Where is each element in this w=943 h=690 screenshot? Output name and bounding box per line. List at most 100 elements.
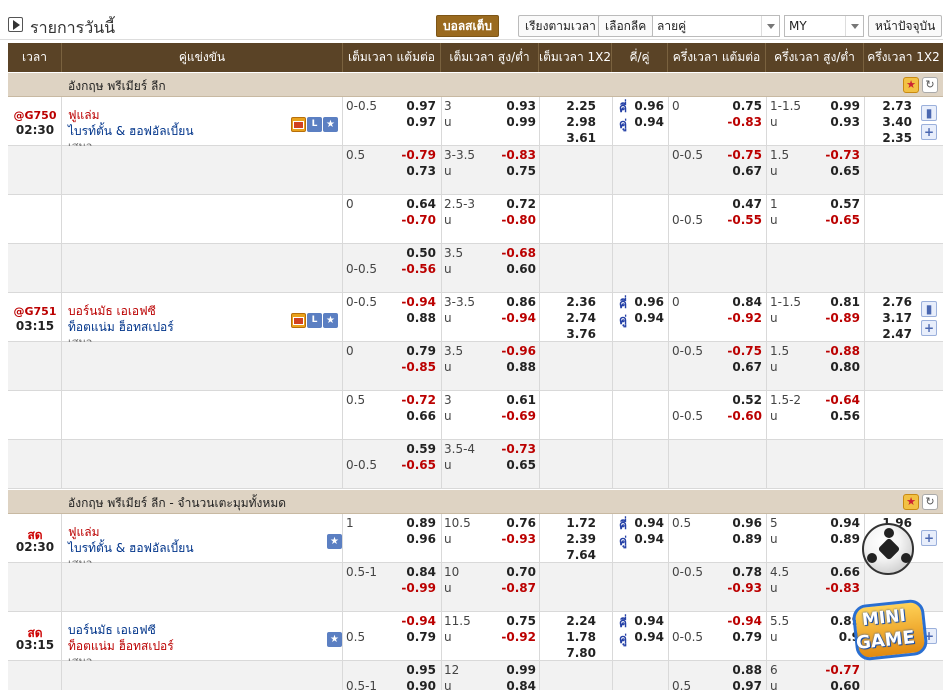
- odds-value[interactable]: 0.65: [488, 458, 536, 472]
- odds-value[interactable]: 0.70: [488, 565, 536, 579]
- odds-value[interactable]: -0.89: [810, 311, 860, 325]
- odds-type-select[interactable]: MY: [784, 15, 864, 37]
- expand-icon[interactable]: +: [921, 124, 937, 140]
- odds-value[interactable]: 0.80: [810, 360, 860, 374]
- sort-time-button[interactable]: เรียงตามเวลา: [518, 15, 603, 37]
- odds-value[interactable]: 0.96: [626, 295, 664, 309]
- odds-value[interactable]: 0.96: [626, 99, 664, 113]
- odds-value[interactable]: 0.64: [388, 197, 436, 211]
- odds-value[interactable]: 3.40: [866, 115, 912, 129]
- odds-value[interactable]: -0.80: [488, 213, 536, 227]
- odds-value[interactable]: -0.83: [488, 148, 536, 162]
- odds-value[interactable]: 0.84: [712, 295, 762, 309]
- odds-value[interactable]: 7.80: [542, 646, 596, 660]
- mini-game-logo[interactable]: MINI GAME: [851, 598, 932, 668]
- odds-value[interactable]: 0.60: [810, 679, 860, 690]
- odds-value[interactable]: 0.99: [810, 99, 860, 113]
- odds-value[interactable]: 0.94: [810, 516, 860, 530]
- odds-value[interactable]: -0.70: [388, 213, 436, 227]
- odds-value[interactable]: -0.72: [388, 393, 436, 407]
- odds-value[interactable]: -0.94: [488, 311, 536, 325]
- odds-value[interactable]: 0.93: [488, 99, 536, 113]
- odds-value[interactable]: -0.65: [810, 213, 860, 227]
- odds-value[interactable]: 0.75: [488, 614, 536, 628]
- odds-value[interactable]: 0.94: [626, 115, 664, 129]
- odds-value[interactable]: -0.85: [388, 360, 436, 374]
- odds-value[interactable]: 0.50: [388, 246, 436, 260]
- favorite-star-icon[interactable]: ★: [327, 632, 342, 647]
- odds-value[interactable]: 0.94: [626, 516, 664, 530]
- odds-value[interactable]: 0.89: [810, 532, 860, 546]
- odds-value[interactable]: 0.56: [810, 409, 860, 423]
- live-stream-icon[interactable]: L: [307, 313, 322, 328]
- odds-value[interactable]: 2.74: [542, 311, 596, 325]
- odds-value[interactable]: -0.93: [488, 532, 536, 546]
- odds-value[interactable]: 0.61: [488, 393, 536, 407]
- odds-value[interactable]: 0.76: [488, 516, 536, 530]
- odds-value[interactable]: -0.75: [712, 344, 762, 358]
- odds-value[interactable]: 0.95: [388, 663, 436, 677]
- league-name[interactable]: อังกฤษ พรีเมียร์ ลีก: [68, 77, 166, 96]
- odds-value[interactable]: 1.72: [542, 516, 596, 530]
- odds-value[interactable]: -0.94: [388, 614, 436, 628]
- league-name[interactable]: อังกฤษ พรีเมียร์ ลีก - จำนวนเตะมุมทั้งหม…: [68, 494, 286, 513]
- odds-value[interactable]: 0.99: [488, 115, 536, 129]
- odds-value[interactable]: 2.98: [542, 115, 596, 129]
- odds-value[interactable]: 0.84: [388, 565, 436, 579]
- odds-value[interactable]: -0.79: [388, 148, 436, 162]
- odds-value[interactable]: -0.73: [810, 148, 860, 162]
- favorite-star-icon[interactable]: ★: [323, 117, 338, 132]
- odds-value[interactable]: 0.97: [388, 99, 436, 113]
- favorite-star-icon[interactable]: ★: [327, 534, 342, 549]
- odds-value[interactable]: 0.97: [712, 679, 762, 690]
- star-icon[interactable]: ★: [903, 494, 919, 510]
- odds-value[interactable]: 0.79: [388, 344, 436, 358]
- odds-value[interactable]: 0.47: [712, 197, 762, 211]
- football-icon[interactable]: [862, 523, 914, 575]
- odds-value[interactable]: -0.73: [488, 442, 536, 456]
- odds-value[interactable]: 0.86: [488, 295, 536, 309]
- odds-value[interactable]: -0.83: [712, 115, 762, 129]
- odds-value[interactable]: 0.81: [810, 295, 860, 309]
- odds-value[interactable]: 0.96: [388, 532, 436, 546]
- odds-value[interactable]: 0.94: [626, 311, 664, 325]
- odds-value[interactable]: 0.52: [712, 393, 762, 407]
- expand-icon[interactable]: +: [921, 320, 937, 336]
- favorite-star-icon[interactable]: ★: [323, 313, 338, 328]
- select-league-button[interactable]: เลือกลีค: [598, 15, 654, 37]
- odds-value[interactable]: 0.66: [810, 565, 860, 579]
- odds-value[interactable]: 7.64: [542, 548, 596, 562]
- odds-value[interactable]: -0.93: [712, 581, 762, 595]
- odds-value[interactable]: -0.68: [488, 246, 536, 260]
- odds-value[interactable]: 1.78: [542, 630, 596, 644]
- odds-value[interactable]: 0.73: [388, 164, 436, 178]
- odds-value[interactable]: -0.56: [388, 262, 436, 276]
- odds-value[interactable]: 0.79: [388, 630, 436, 644]
- odds-value[interactable]: 0.75: [712, 99, 762, 113]
- odds-value[interactable]: 3.17: [866, 311, 912, 325]
- odds-value[interactable]: -0.94: [388, 295, 436, 309]
- odds-value[interactable]: 2.47: [866, 327, 912, 341]
- odd-even-select[interactable]: ลายคู่: [652, 15, 780, 37]
- odds-value[interactable]: 0.78: [712, 565, 762, 579]
- odds-value[interactable]: 3.61: [542, 131, 596, 145]
- odds-value[interactable]: 0.79: [712, 630, 762, 644]
- odds-value[interactable]: 2.39: [542, 532, 596, 546]
- odds-value[interactable]: -0.69: [488, 409, 536, 423]
- odds-value[interactable]: 2.35: [866, 131, 912, 145]
- odds-value[interactable]: -0.83: [810, 581, 860, 595]
- odds-value[interactable]: 0.57: [810, 197, 860, 211]
- refresh-icon[interactable]: ↻: [922, 494, 938, 510]
- odds-value[interactable]: 2.73: [866, 99, 912, 113]
- odds-value[interactable]: 0.93: [810, 115, 860, 129]
- odds-value[interactable]: 3.76: [542, 327, 596, 341]
- odds-value[interactable]: -0.96: [488, 344, 536, 358]
- odds-value[interactable]: -0.92: [712, 311, 762, 325]
- odds-value[interactable]: 2.25: [542, 99, 596, 113]
- stats-icon[interactable]: ▮: [921, 105, 937, 121]
- star-icon[interactable]: ★: [903, 77, 919, 93]
- expand-icon[interactable]: +: [921, 530, 937, 546]
- odds-value[interactable]: 2.76: [866, 295, 912, 309]
- odds-value[interactable]: 0.97: [388, 115, 436, 129]
- odds-value[interactable]: 0.67: [712, 164, 762, 178]
